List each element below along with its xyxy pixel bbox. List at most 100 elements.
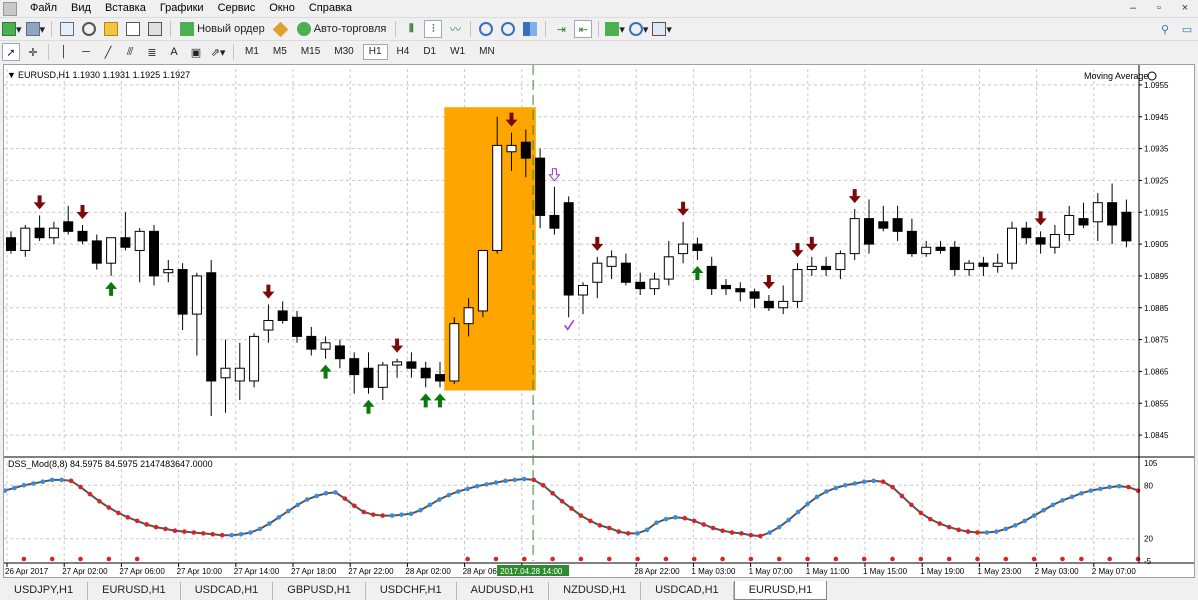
chart-collapse-icon[interactable]: ▼ [7, 70, 16, 80]
buy-arrow-icon [434, 393, 446, 408]
vertical-line-button[interactable]: │ [55, 43, 73, 61]
standard-toolbar: ▾ ▾ Новый ордер Авто-торговля ⫴ ⫶ 〰 ⇥ ⇤ … [0, 17, 1198, 40]
menu-charts[interactable]: Графики [153, 0, 211, 17]
timeframe-d1[interactable]: D1 [418, 44, 441, 60]
tab-usdcad-h1-2[interactable]: USDCAD,H1 [641, 582, 734, 600]
timeframe-m30[interactable]: M30 [329, 44, 358, 60]
oscillator-baseline-dot [606, 556, 612, 562]
candle-body [578, 284, 588, 296]
menu-help[interactable]: Справка [302, 0, 359, 17]
tile-windows-button[interactable] [521, 20, 539, 38]
tab-nzdusd-h1[interactable]: NZDUSD,H1 [549, 582, 642, 600]
oscillator-dot [956, 527, 961, 533]
crosshair-button[interactable]: ✛ [24, 43, 42, 61]
terminal-button[interactable] [124, 20, 142, 38]
trendline-button[interactable]: ╱ [99, 43, 117, 61]
timeframe-h4[interactable]: H4 [392, 44, 415, 60]
price-label: 1.0845 [1144, 431, 1169, 440]
price-label: 1.0905 [1144, 240, 1169, 249]
text-label-button[interactable]: ▣ [187, 43, 205, 61]
minimize-button[interactable]: – [1120, 0, 1146, 17]
menu-view[interactable]: Вид [64, 0, 98, 17]
oscillator-dot [342, 496, 348, 501]
timeframe-mn[interactable]: MN [474, 44, 500, 60]
periods-button[interactable]: ▾ [628, 20, 648, 38]
search-button[interactable]: ⚲ [1156, 20, 1174, 38]
templates-button[interactable]: ▾ [652, 20, 672, 38]
autoscroll-button[interactable]: ⇤ [574, 20, 593, 38]
tab-eurusd-h1-active[interactable]: EURUSD,H1 [733, 581, 828, 600]
timeframe-m5[interactable]: M5 [268, 44, 292, 60]
oscillator-dot [588, 518, 593, 524]
candle-body [563, 202, 574, 296]
cursor-button[interactable]: ➚ [2, 43, 20, 61]
market-watch-button[interactable] [58, 20, 76, 38]
oscillator-dot [1031, 513, 1037, 518]
profiles-button[interactable]: ▾ [25, 20, 45, 38]
tester-button[interactable] [146, 20, 164, 38]
timeframe-w1[interactable]: W1 [445, 44, 470, 60]
chart-shift-button[interactable]: ⇥ [552, 20, 570, 38]
oscillator-dot [654, 520, 659, 525]
arrows-button[interactable]: ⇗ ▾ [209, 43, 227, 61]
bar-chart-button[interactable]: ⫴ [402, 20, 420, 38]
chat-button[interactable]: ▭ [1178, 20, 1196, 38]
candle-body [277, 310, 288, 321]
navigator-button[interactable] [102, 20, 120, 38]
new-order-button[interactable]: Новый ордер [177, 20, 268, 38]
candle-body [1064, 214, 1075, 236]
tab-gbpusd-h1[interactable]: GBPUSD,H1 [273, 582, 366, 600]
tab-usdchf-h1[interactable]: USDCHF,H1 [366, 582, 457, 600]
text-label-icon: ▣ [190, 46, 202, 59]
oscillator-dot [474, 483, 480, 489]
oscillator-dot [767, 530, 773, 535]
indicator-close-icon[interactable] [1147, 71, 1157, 81]
app-icon[interactable] [3, 1, 17, 16]
tab-audusd-h1[interactable]: AUDUSD,H1 [457, 582, 550, 600]
oscillator-baseline-dot [21, 556, 27, 562]
menu-insert[interactable]: Вставка [98, 0, 153, 17]
zoom-out-button[interactable] [499, 20, 517, 38]
bar-chart-icon: ⫴ [409, 22, 414, 35]
timeframe-m15[interactable]: M15 [296, 44, 325, 60]
menu-tools[interactable]: Сервис [211, 0, 263, 17]
oscillator-pane [2, 476, 1141, 562]
close-button[interactable]: × [1172, 0, 1198, 17]
menu-window[interactable]: Окно [262, 0, 302, 17]
oscillator-dot [399, 512, 404, 517]
tab-usdcad-h1[interactable]: USDCAD,H1 [181, 582, 274, 600]
restore-button[interactable]: ▫ [1146, 0, 1172, 17]
navigator-icon [104, 22, 119, 36]
tab-eurusd-h1[interactable]: EURUSD,H1 [88, 582, 181, 600]
candle-body [91, 240, 102, 264]
oscillator-dot [673, 515, 678, 520]
line-chart-button[interactable]: 〰 [446, 20, 464, 38]
channel-button[interactable]: ⫻ [121, 43, 139, 61]
zoom-in-button[interactable] [477, 20, 495, 38]
toolbar-separator [51, 21, 53, 37]
time-label: 27 Apr 06:00 [119, 567, 165, 576]
chart-window[interactable]: 1.0955 1.0945 1.0935 1.0925 1.0915 1.0905 1.08… [2, 64, 1195, 578]
candle-body [663, 256, 674, 280]
indicators-button[interactable]: ▾ [605, 20, 625, 38]
time-label: 1 May 19:00 [920, 567, 965, 576]
candle-body [692, 243, 703, 251]
candle-chart-button[interactable]: ⫶ [424, 20, 443, 38]
data-window-button[interactable] [80, 20, 98, 38]
trendline-icon: ╱ [104, 46, 112, 59]
timeframe-m1[interactable]: M1 [240, 44, 264, 60]
menu-file[interactable]: Файл [23, 0, 64, 17]
tab-usdjpy-h1[interactable]: USDJPY,H1 [0, 582, 89, 600]
horizontal-line-button[interactable]: ─ [77, 43, 95, 61]
chart-canvas[interactable]: 1.0955 1.0945 1.0935 1.0925 1.0915 1.0905 1.08… [2, 65, 1194, 577]
candle-body [821, 265, 832, 271]
timeframe-h1[interactable]: H1 [362, 44, 388, 60]
time-label: 27 Apr 18:00 [291, 567, 337, 576]
oscillator-dot [437, 497, 442, 502]
new-chart-button[interactable]: ▾ [2, 20, 22, 38]
fibonacci-button[interactable]: ≣ [143, 43, 161, 61]
metaeditor-button[interactable] [272, 20, 290, 38]
auto-trading-button[interactable]: Авто-торговля [294, 20, 390, 38]
text-button[interactable]: A [165, 43, 183, 61]
candle-body [48, 227, 59, 239]
